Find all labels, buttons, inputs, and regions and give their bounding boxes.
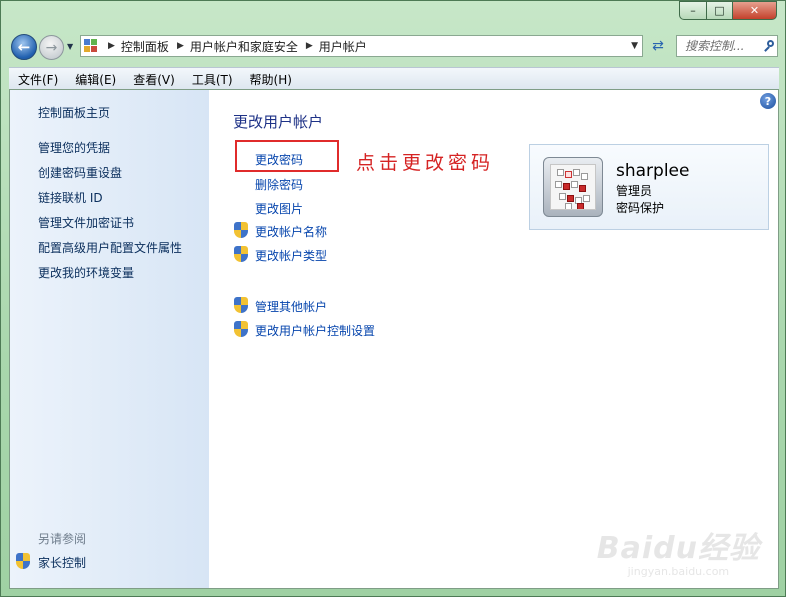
change-picture-link[interactable]: 更改图片 [255,200,303,217]
sidebar-home-link[interactable]: 控制面板主页 [38,104,110,121]
password-status: 密码保护 [616,201,665,215]
remove-password-link[interactable]: 删除密码 [255,176,303,193]
back-button[interactable]: ← [11,34,37,60]
menu-bar: 文件(F) 编辑(E) 查看(V) 工具(T) 帮助(H) [9,67,779,90]
sidebar-link-online-id[interactable]: 链接联机 ID [38,189,103,206]
menu-edit[interactable]: 编辑(E) [66,71,124,88]
sidebar-change-environment-vars[interactable]: 更改我的环境变量 [38,264,134,281]
address-history-dropdown[interactable]: ▼ [631,41,638,51]
control-panel-icon [84,39,100,53]
uac-shield-icon [234,222,248,238]
control-panel-window: – □ ✕ ← → ▼ ▶ 控制面板 ▶ 用户帐户和家庭安全 ▶ 用户帐户 ▼ … [0,0,786,597]
recent-pages-dropdown[interactable]: ▼ [67,42,77,52]
uac-shield-icon [16,553,30,569]
menu-view[interactable]: 查看(V) [124,71,183,88]
breadcrumb-user-accounts-family-safety[interactable]: 用户帐户和家庭安全 [190,38,298,55]
sidebar-manage-encryption-certs[interactable]: 管理文件加密证书 [38,214,134,231]
caption-buttons: – □ ✕ [679,1,777,20]
page-title: 更改用户帐户 [233,113,324,131]
letter-tiles-avatar-icon [543,157,603,217]
sidebar: 控制面板主页 管理您的凭据 创建密码重设盘 链接联机 ID 管理文件加密证书 配… [10,90,209,588]
change-account-name-link[interactable]: 更改帐户名称 [255,223,327,240]
uac-shield-icon [234,246,248,262]
watermark: Baidu经验 jingyan.baidu.com [597,523,760,578]
arrow-left-icon: ← [17,38,31,56]
user-role: 管理员 [616,184,653,198]
uac-shield-icon [234,297,248,313]
address-bar[interactable]: ▶ 控制面板 ▶ 用户帐户和家庭安全 ▶ 用户帐户 ▼ [80,35,643,57]
uac-shield-icon [234,321,248,337]
annotation-text: 点击更改密码 [356,152,495,174]
maximize-button[interactable]: □ [706,1,732,20]
search-input[interactable] [683,38,763,54]
user-account-card: sharplee 管理员 密码保护 [529,144,769,230]
search-icon[interactable] [763,39,774,53]
minimize-button[interactable]: – [679,1,706,20]
refresh-icon: ⇄ [652,38,664,54]
sidebar-parental-controls[interactable]: 家长控制 [38,554,86,571]
menu-file[interactable]: 文件(F) [9,71,66,88]
menu-help[interactable]: 帮助(H) [241,71,300,88]
search-box[interactable] [676,35,778,57]
refresh-button[interactable]: ⇄ [647,36,669,56]
breadcrumb-separator[interactable]: ▶ [306,41,313,51]
change-account-type-link[interactable]: 更改帐户类型 [255,247,327,264]
change-uac-settings-link[interactable]: 更改用户帐户控制设置 [255,322,375,339]
breadcrumb-separator[interactable]: ▶ [177,41,184,51]
see-also-heading: 另请参阅 [38,532,87,546]
arrow-right-icon: → [45,39,58,56]
sidebar-manage-credentials[interactable]: 管理您的凭据 [38,139,110,156]
breadcrumb-separator[interactable]: ▶ [108,41,115,51]
menu-tools[interactable]: 工具(T) [183,71,241,88]
manage-other-accounts-link[interactable]: 管理其他帐户 [255,298,327,315]
close-button[interactable]: ✕ [732,1,777,20]
content-area: 控制面板主页 管理您的凭据 创建密码重设盘 链接联机 ID 管理文件加密证书 配… [9,89,779,589]
forward-button[interactable]: → [39,35,64,60]
watermark-logo: Baidu经验 [596,531,760,566]
highlight-box [235,140,339,172]
breadcrumb-control-panel[interactable]: 控制面板 [121,38,169,55]
breadcrumb-user-accounts[interactable]: 用户帐户 [319,38,367,55]
user-name: sharplee [616,161,690,181]
sidebar-create-reset-disk[interactable]: 创建密码重设盘 [38,164,122,181]
sidebar-advanced-profile-properties[interactable]: 配置高级用户配置文件属性 [38,239,182,256]
help-icon[interactable]: ? [760,93,776,109]
